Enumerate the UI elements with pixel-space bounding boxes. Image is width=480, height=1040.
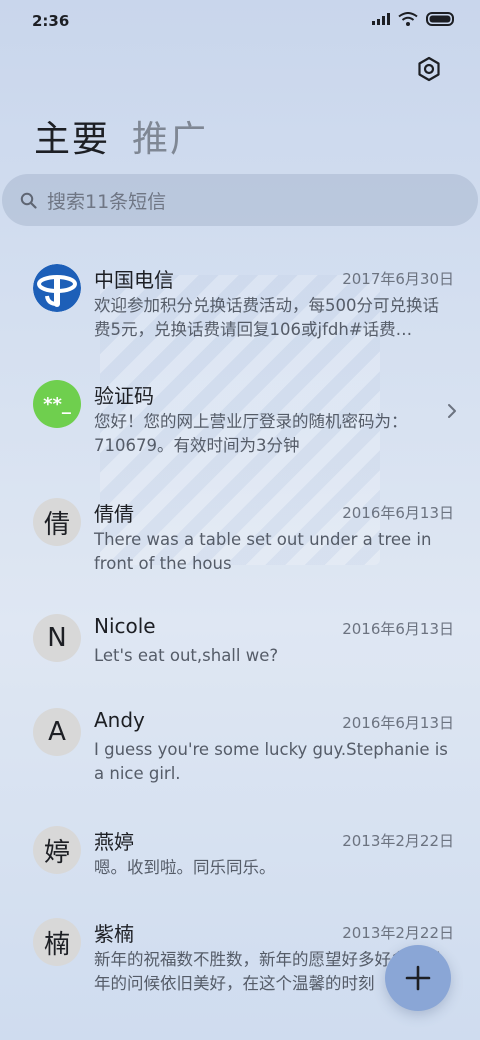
message-item-telecom[interactable]: 中国电信 2017年6月30日 欢迎参加积分兑换话费活动，每500分可兑换话费5… bbox=[0, 256, 480, 372]
message-date: 2017年6月30日 bbox=[342, 270, 454, 288]
avatar-text: A bbox=[48, 717, 66, 747]
message-item-nicole[interactable]: N Nicole 2016年6月13日 Let's eat out,shall … bbox=[0, 606, 480, 700]
message-item-yanting[interactable]: 婷 燕婷 2013年2月22日 嗯。收到啦。同乐同乐。 bbox=[0, 818, 480, 910]
status-time: 2:36 bbox=[32, 12, 70, 30]
search-bar[interactable]: 搜索11条短信 bbox=[2, 174, 478, 226]
message-preview: There was a table set out under a tree i… bbox=[94, 530, 432, 573]
message-preview: 欢迎参加积分兑换话费活动，每500分可兑换话费5元，兑换话费请回复106或jfd… bbox=[94, 296, 439, 339]
avatar-text: 婷 bbox=[43, 837, 70, 868]
tab-promo[interactable]: 推广 bbox=[132, 110, 208, 162]
message-date: 2013年2月22日 bbox=[342, 832, 454, 850]
message-preview: I guess you're some lucky guy.Stephanie … bbox=[94, 740, 448, 783]
sender-name: 倩倩 bbox=[94, 502, 134, 526]
signal-icon bbox=[372, 13, 390, 25]
message-preview: 您好！您的网上营业厅登录的随机密码为：710679。有效时间为3分钟 bbox=[94, 412, 408, 455]
message-date: 2016年6月13日 bbox=[342, 714, 454, 732]
search-placeholder: 搜索11条短信 bbox=[47, 190, 167, 213]
avatar: 婷 bbox=[33, 826, 81, 874]
message-item-verify-code[interactable]: **_ 验证码 您好！您的网上营业厅登录的随机密码为：710679。有效时间为3… bbox=[0, 372, 480, 490]
message-preview: Let's eat out,shall we? bbox=[94, 646, 279, 665]
settings-gear-icon[interactable] bbox=[416, 56, 442, 82]
sender-name: Andy bbox=[94, 708, 145, 732]
message-list: 中国电信 2017年6月30日 欢迎参加积分兑换话费活动，每500分可兑换话费5… bbox=[0, 256, 480, 1026]
battery-icon bbox=[426, 12, 454, 26]
status-bar: 2:36 bbox=[0, 0, 480, 42]
search-icon bbox=[20, 192, 37, 209]
chevron-right-icon[interactable] bbox=[446, 402, 458, 420]
category-tabs: 主要 推广 bbox=[34, 110, 208, 162]
avatar bbox=[33, 264, 81, 312]
message-date: 2013年2月22日 bbox=[342, 924, 454, 942]
avatar: **_ bbox=[33, 380, 81, 428]
system-icons bbox=[372, 12, 456, 26]
china-telecom-logo-icon bbox=[33, 264, 81, 312]
avatar: N bbox=[33, 614, 81, 662]
sender-name: 燕婷 bbox=[94, 830, 134, 854]
avatar: 倩 bbox=[33, 498, 81, 546]
sender-name: 验证码 bbox=[94, 384, 154, 408]
avatar-text: 楠 bbox=[43, 929, 70, 960]
message-item-andy[interactable]: A Andy 2016年6月13日 I guess you're some lu… bbox=[0, 700, 480, 818]
sender-name: 紫楠 bbox=[94, 922, 134, 946]
new-message-button[interactable] bbox=[385, 945, 451, 1011]
avatar: 楠 bbox=[33, 918, 81, 966]
message-date: 2016年6月13日 bbox=[342, 620, 454, 638]
sender-name: 中国电信 bbox=[94, 268, 174, 292]
avatar-text: **_ bbox=[43, 393, 71, 415]
avatar: A bbox=[33, 708, 81, 756]
tab-primary[interactable]: 主要 bbox=[34, 110, 110, 162]
message-item-qianqian[interactable]: 倩 倩倩 2016年6月13日 There was a table set ou… bbox=[0, 490, 480, 606]
wifi-icon bbox=[398, 12, 418, 26]
message-date: 2016年6月13日 bbox=[342, 504, 454, 522]
avatar-text: 倩 bbox=[43, 509, 70, 540]
message-preview: 嗯。收到啦。同乐同乐。 bbox=[94, 858, 276, 877]
plus-icon bbox=[405, 965, 431, 991]
avatar-text: N bbox=[47, 623, 67, 653]
sender-name: Nicole bbox=[94, 614, 156, 638]
